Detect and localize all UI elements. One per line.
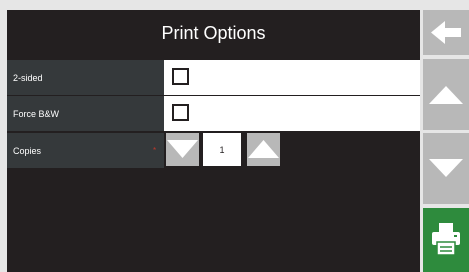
2-sided-checkbox[interactable] [172, 68, 189, 85]
page-title: Print Options [161, 22, 266, 43]
triangle-up-icon [248, 140, 279, 158]
copies-value[interactable]: 1 [203, 133, 241, 166]
scroll-down-button[interactable] [423, 133, 469, 204]
triangle-up-icon [429, 86, 463, 104]
print-options-panel: Print Options 2-sided Force B&W Copies *… [7, 10, 420, 272]
force-bw-label: Force B&W [7, 96, 164, 131]
force-bw-field [164, 96, 420, 131]
2-sided-label: 2-sided [7, 60, 164, 95]
scroll-up-button[interactable] [423, 59, 469, 130]
option-row-copies: Copies * 1 [7, 133, 420, 168]
required-marker: * [153, 146, 157, 155]
option-row-force-bw: Force B&W [7, 96, 420, 131]
arrow-left-icon [431, 21, 461, 44]
copies-increment-button[interactable] [247, 133, 280, 166]
2-sided-field [164, 60, 420, 95]
triangle-down-icon [167, 140, 198, 158]
printer-icon [432, 223, 460, 256]
force-bw-checkbox[interactable] [172, 104, 189, 121]
option-row-2-sided: 2-sided [7, 60, 420, 95]
copies-decrement-button[interactable] [166, 133, 199, 166]
sidebar [423, 0, 469, 272]
copies-label: Copies [7, 133, 164, 168]
back-button[interactable] [423, 10, 469, 55]
print-button[interactable] [423, 208, 469, 272]
triangle-down-icon [429, 159, 463, 177]
